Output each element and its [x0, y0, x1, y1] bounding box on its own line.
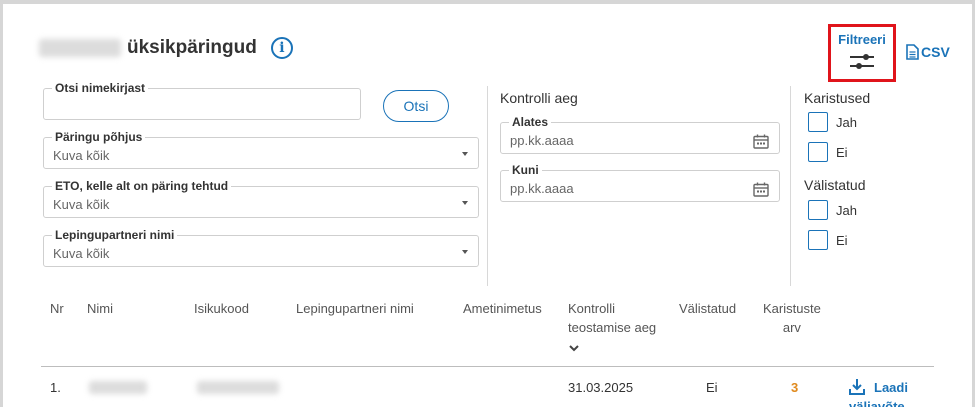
eto-legend: ETO, kelle alt on päring tehtud — [52, 179, 232, 193]
date-from-field[interactable]: Alates pp.kk.aaaa — [500, 115, 780, 154]
query-reason-value: Kuva kõik — [53, 148, 110, 163]
divider — [790, 86, 791, 286]
excluded-yes-option[interactable]: Jah — [808, 200, 857, 220]
row-penalty-count[interactable]: 3 — [791, 380, 798, 395]
partner-name-value: Kuva kõik — [53, 246, 110, 261]
divider — [487, 86, 488, 286]
excluded-yes-checkbox[interactable] — [808, 200, 828, 220]
chevron-down-icon — [462, 152, 468, 156]
excluded-yes-label: Jah — [836, 202, 857, 218]
document-icon — [906, 44, 919, 60]
sliders-icon — [850, 54, 874, 69]
download-icon — [849, 379, 865, 395]
date-to-field[interactable]: Kuni pp.kk.aaaa — [500, 163, 780, 202]
column-header-penalty-count[interactable]: Karistuste arv — [763, 299, 821, 337]
penalties-yes-option[interactable]: Jah — [808, 112, 857, 132]
page-title-row: üksikpäringud i — [39, 34, 293, 62]
download-label-line2: väljavõte — [849, 399, 905, 407]
penalty-count-header-line1: Karistuste — [763, 301, 821, 316]
row-excluded: Ei — [706, 380, 718, 395]
csv-label: CSV — [921, 44, 950, 60]
penalty-count-header-line2: arv — [782, 320, 801, 335]
excluded-label: Välistatud — [804, 177, 866, 193]
partner-name-legend: Lepingupartneri nimi — [52, 228, 178, 242]
calendar-icon[interactable] — [753, 182, 769, 197]
row-control-date: 31.03.2025 — [568, 380, 634, 395]
penalties-yes-checkbox[interactable] — [808, 112, 828, 132]
penalties-no-checkbox[interactable] — [808, 142, 828, 162]
search-field[interactable]: Otsi nimekirjast — [43, 81, 361, 120]
main-card: üksikpäringud i Filtreeri CSV Otsi nimek… — [3, 4, 972, 407]
column-header-partner[interactable]: Lepingupartneri nimi — [296, 299, 414, 318]
row-nr: 1. — [50, 380, 61, 395]
calendar-icon[interactable] — [753, 134, 769, 149]
date-to-legend: Kuni — [509, 163, 542, 177]
page-title: üksikpäringud — [127, 37, 257, 58]
redacted-owner-name — [39, 39, 121, 57]
column-header-excluded[interactable]: Välistatud — [679, 299, 736, 318]
redacted-personal-code — [197, 381, 279, 394]
filter-label: Filtreeri — [838, 32, 886, 47]
eto-select[interactable]: ETO, kelle alt on päring tehtud Kuva kõi… — [43, 179, 479, 218]
partner-name-select[interactable]: Lepingupartneri nimi Kuva kõik — [43, 228, 479, 267]
date-to-input[interactable]: pp.kk.aaaa — [510, 181, 574, 196]
chevron-down-icon — [569, 345, 579, 352]
control-time-header-line2: teostamise aeg — [568, 320, 657, 335]
download-label-line1: Laadi — [874, 380, 908, 395]
query-reason-select[interactable]: Päringu põhjus Kuva kõik — [43, 130, 479, 169]
date-from-input[interactable]: pp.kk.aaaa — [510, 133, 574, 148]
excluded-no-checkbox[interactable] — [808, 230, 828, 250]
table-header-divider — [41, 366, 934, 367]
date-from-legend: Alates — [509, 115, 552, 129]
chevron-down-icon — [462, 250, 468, 254]
column-header-name[interactable]: Nimi — [87, 299, 113, 318]
info-icon[interactable]: i — [270, 37, 293, 59]
download-extract-link[interactable]: Laadi väljavõte — [848, 378, 908, 407]
search-button[interactable]: Otsi — [383, 90, 449, 122]
column-header-position[interactable]: Ametinimetus — [463, 299, 542, 318]
redacted-name — [89, 381, 147, 394]
search-legend: Otsi nimekirjast — [52, 81, 149, 95]
control-time-header-line1: Kontrolli — [568, 301, 615, 316]
csv-export-link[interactable]: CSV — [906, 44, 950, 60]
query-reason-legend: Päringu põhjus — [52, 130, 146, 144]
eto-value: Kuva kõik — [53, 197, 110, 212]
column-header-nr: Nr — [50, 301, 64, 316]
excluded-no-option[interactable]: Ei — [808, 230, 848, 250]
penalties-no-label: Ei — [836, 144, 848, 160]
penalties-no-option[interactable]: Ei — [808, 142, 848, 162]
column-header-personal-code[interactable]: Isikukood — [194, 299, 249, 318]
chevron-down-icon — [462, 201, 468, 205]
penalties-yes-label: Jah — [836, 114, 857, 130]
download-label: Laadi väljavõte — [849, 378, 908, 407]
filter-toggle-button[interactable]: Filtreeri — [828, 24, 896, 82]
control-time-label: Kontrolli aeg — [500, 90, 578, 106]
excluded-no-label: Ei — [836, 232, 848, 248]
column-header-control-time[interactable]: Kontrolli teostamise aeg — [568, 299, 656, 358]
penalties-label: Karistused — [804, 90, 871, 106]
